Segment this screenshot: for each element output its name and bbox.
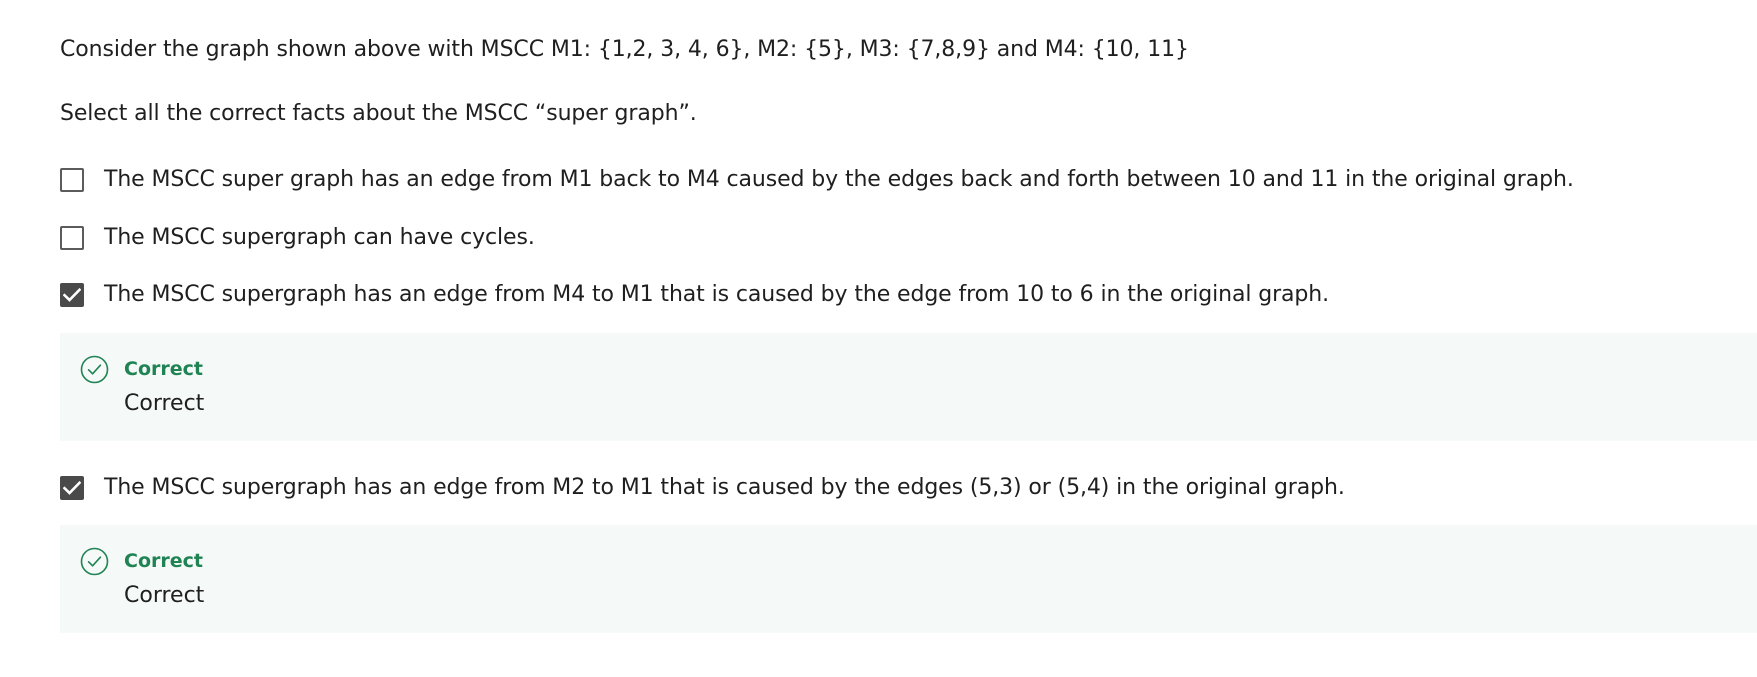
checkbox-unchecked[interactable] — [60, 168, 84, 192]
feedback-text: Correct — [124, 583, 205, 608]
checkbox-checked[interactable] — [60, 283, 84, 307]
answer-option-label: The MSCC supergraph has an edge from M2 … — [104, 475, 1345, 500]
feedback-panel: Correct Correct — [60, 525, 1757, 633]
answer-option-label: The MSCC super graph has an edge from M1… — [104, 167, 1574, 192]
feedback-title: Correct — [124, 550, 203, 572]
check-circle-icon — [80, 547, 109, 576]
checkbox-unchecked[interactable] — [60, 226, 84, 250]
answer-option-2[interactable]: The MSCC supergraph can have cycles. — [60, 223, 535, 253]
checkmark-icon — [63, 481, 81, 495]
answer-option-label: The MSCC supergraph has an edge from M4 … — [104, 282, 1330, 307]
question-prompt: Consider the graph shown above with MSCC… — [60, 37, 1189, 62]
feedback-text: Correct — [124, 391, 205, 416]
answer-option-1[interactable]: The MSCC super graph has an edge from M1… — [60, 165, 1574, 195]
feedback-panel: Correct Correct — [60, 333, 1757, 441]
feedback-title: Correct — [124, 358, 203, 380]
question-instruction: Select all the correct facts about the M… — [60, 101, 697, 126]
check-circle-icon — [80, 355, 109, 384]
checkbox-checked[interactable] — [60, 476, 84, 500]
checkmark-icon — [63, 288, 81, 302]
answer-option-4[interactable]: The MSCC supergraph has an edge from M2 … — [60, 473, 1345, 503]
answer-option-3[interactable]: The MSCC supergraph has an edge from M4 … — [60, 280, 1329, 310]
answer-option-label: The MSCC supergraph can have cycles. — [104, 225, 535, 250]
